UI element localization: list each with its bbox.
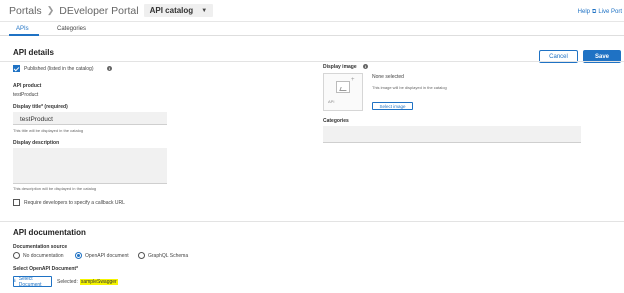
published-label: Published (listed in the catalog) — [24, 66, 94, 72]
tab-categories[interactable]: Categories — [57, 26, 86, 32]
display-title-hint: This title will be displayed in the cata… — [13, 128, 84, 133]
callback-label: Require developers to specify a callback… — [24, 200, 125, 206]
api-product-value: testProduct — [13, 92, 39, 98]
display-description-hint: This description will be displayed in th… — [13, 186, 97, 191]
display-title-label: Display title* (required) — [13, 104, 68, 110]
divider — [0, 61, 624, 62]
none-selected-text: None selected — [372, 74, 404, 80]
tab-bar: APIs Categories — [0, 22, 624, 36]
help-link[interactable]: Help — [578, 9, 590, 16]
api-details-title: API details — [13, 48, 54, 57]
radio-openapi-document[interactable] — [75, 252, 82, 259]
radio-openapi-document-label: OpenAPI document — [85, 253, 129, 259]
display-description-label: Display description — [13, 140, 60, 146]
divider — [0, 221, 624, 222]
tab-apis[interactable]: APIs — [16, 26, 29, 32]
radio-no-documentation[interactable] — [13, 252, 20, 259]
select-openapi-label: Select OpenAPI Document* — [13, 266, 79, 272]
image-hint: This image will be displayed in the cata… — [372, 85, 447, 90]
radio-graphql-schema[interactable] — [138, 252, 145, 259]
categories-field[interactable] — [323, 126, 581, 143]
callback-checkbox[interactable] — [13, 199, 20, 206]
active-tab-indicator — [9, 34, 39, 36]
breadcrumb-portal-name[interactable]: DEveloper Portal — [59, 5, 138, 17]
radio-graphql-schema-label: GraphQL Schema — [148, 253, 189, 259]
chevron-right-icon: ❯ — [46, 5, 55, 15]
selected-document: Selected: sampleSwagger — [57, 279, 118, 285]
categories-label: Categories — [323, 118, 349, 124]
plus-icon: + — [351, 77, 355, 83]
live-portal-link[interactable]: Live Port — [598, 9, 622, 16]
chevron-down-icon: ▼ — [201, 7, 208, 14]
breadcrumb-portals[interactable]: Portals — [9, 5, 42, 17]
api-documentation-title: API documentation — [13, 228, 86, 237]
selected-document-name: sampleSwagger — [79, 279, 118, 285]
display-image-label: Display image — [323, 64, 357, 70]
top-bar: Portals ❯ DEveloper Portal API catalog ▼… — [0, 0, 624, 22]
image-placeholder-icon: + API — [323, 73, 363, 111]
documentation-source-label: Documentation source — [13, 244, 68, 250]
breadcrumb: Portals ❯ DEveloper Portal API catalog ▼ — [9, 4, 214, 17]
catalog-select-label: API catalog — [149, 6, 194, 15]
api-product-label: API product — [13, 83, 42, 89]
selected-prefix: Selected: — [57, 279, 78, 285]
display-description-field[interactable] — [13, 148, 167, 184]
display-title-value: testProduct — [20, 116, 53, 123]
select-document-button[interactable]: ⭳ Select Document — [13, 275, 52, 288]
catalog-select[interactable]: API catalog ▼ — [143, 4, 214, 17]
info-icon: i — [107, 66, 112, 71]
external-link-icon: ⧉ — [592, 9, 597, 15]
image-api-text: API — [328, 99, 335, 104]
upload-icon: ⭳ — [14, 277, 16, 284]
help-links: Help ⧉ Live Port — [578, 9, 622, 16]
select-image-button[interactable]: Select image — [372, 102, 413, 110]
display-title-field[interactable]: testProduct — [13, 112, 167, 125]
info-icon: i — [363, 64, 368, 69]
radio-no-documentation-label: No documentation — [23, 253, 64, 259]
image-frame — [336, 81, 350, 93]
select-document-label: Select Document — [18, 275, 42, 288]
published-checkbox[interactable] — [13, 65, 20, 72]
